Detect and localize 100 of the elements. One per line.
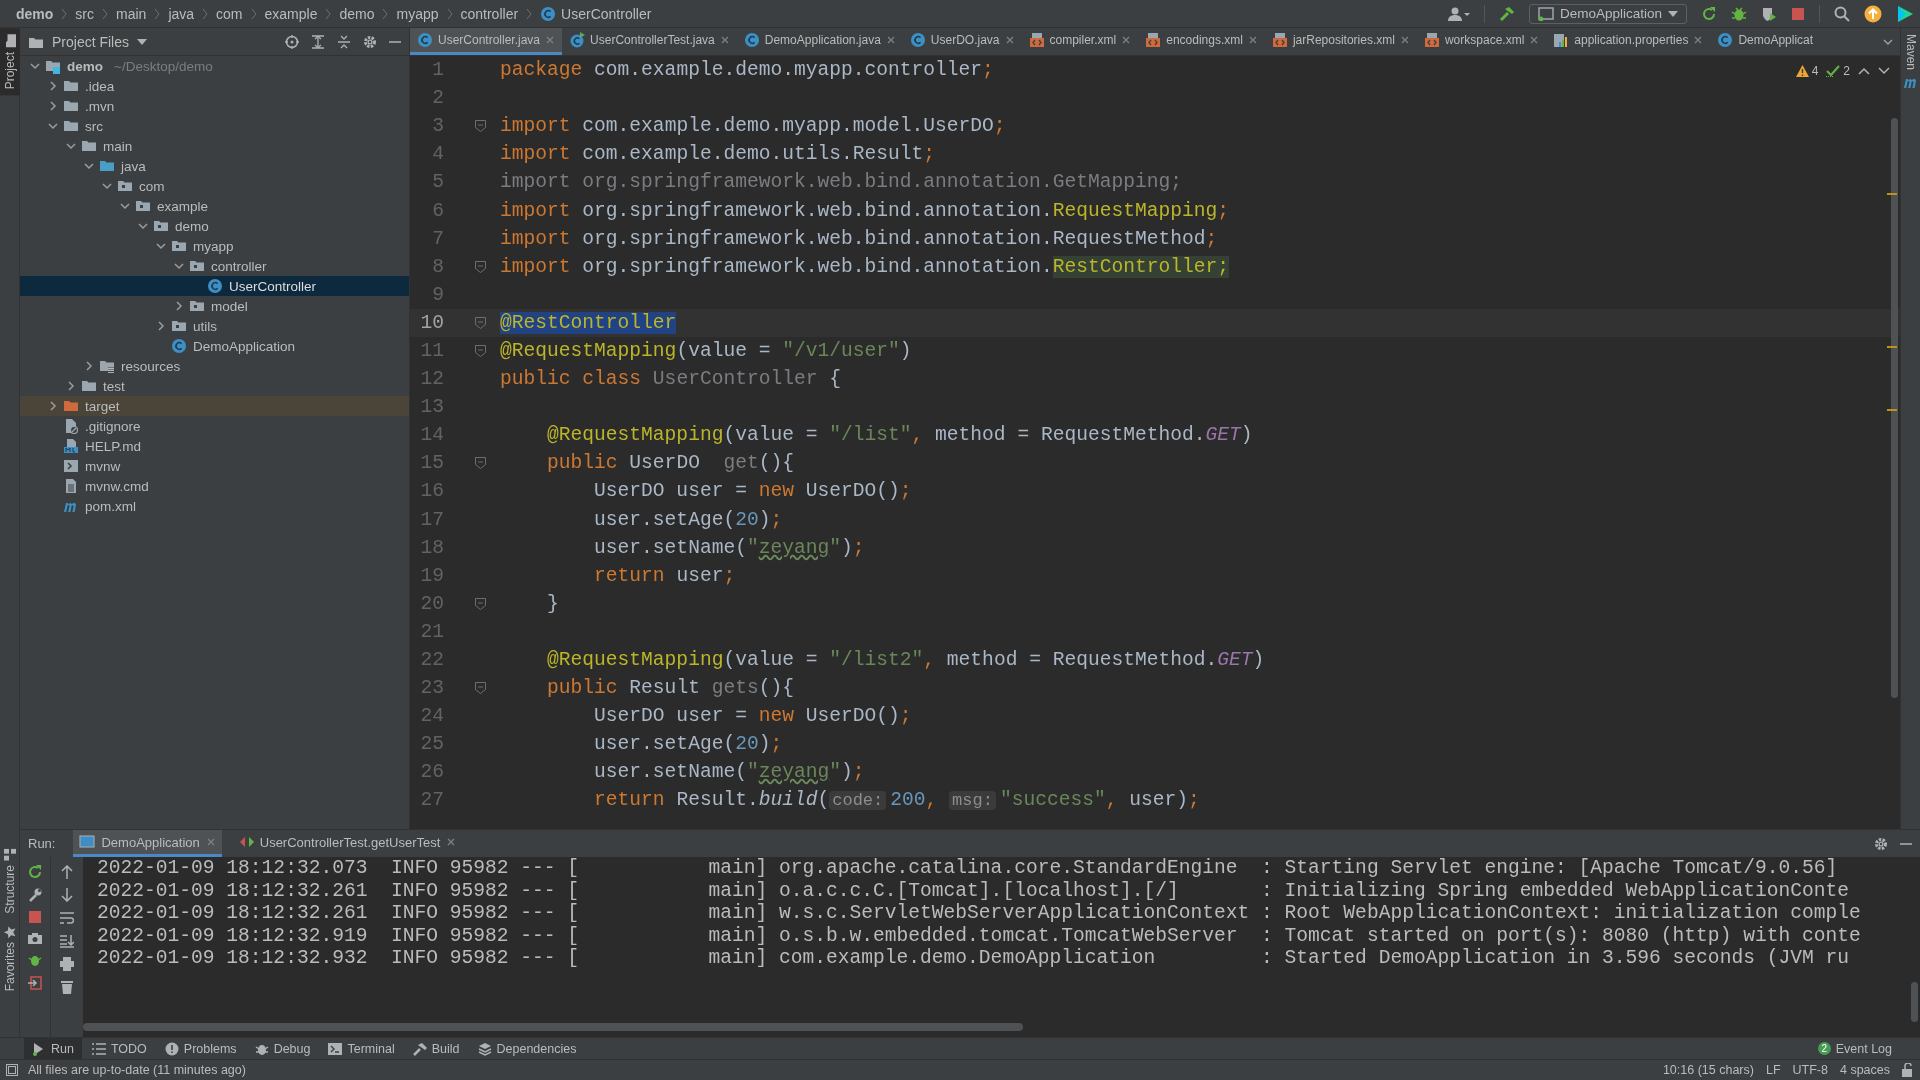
- soft-wrap-icon[interactable]: [60, 911, 74, 925]
- tree-item[interactable]: utils: [20, 316, 409, 336]
- tree-item[interactable]: mvnw.cmd: [20, 476, 409, 496]
- editor-tab[interactable]: DemoApplicat: [1710, 28, 1821, 55]
- close-icon[interactable]: [1004, 35, 1015, 45]
- chevron-right-icon[interactable]: [83, 359, 95, 373]
- up-icon[interactable]: [61, 865, 73, 879]
- editor-tab[interactable]: encodings.xml: [1138, 28, 1265, 55]
- breadcrumb-item[interactable]: demo: [14, 5, 56, 22]
- weak-warnings-counter[interactable]: 2: [1826, 64, 1850, 78]
- tool-window-button[interactable]: Debug: [246, 1038, 319, 1059]
- editor-tab[interactable]: UserDO.java: [902, 28, 1022, 55]
- close-icon[interactable]: [1529, 35, 1540, 45]
- tree-item[interactable]: test: [20, 376, 409, 396]
- tool-window-tab[interactable]: Project: [0, 28, 20, 96]
- next-icon[interactable]: [1878, 67, 1890, 75]
- chevron-right-icon[interactable]: [47, 399, 59, 413]
- camera-icon[interactable]: [28, 932, 42, 944]
- fold-icon[interactable]: [475, 682, 486, 695]
- close-icon[interactable]: [1399, 35, 1410, 45]
- run-tab[interactable]: UserControllerTest.getUserTest: [233, 830, 463, 857]
- scrollbar-thumb[interactable]: [1891, 118, 1898, 698]
- run-tab[interactable]: DemoApplication: [73, 830, 222, 857]
- breadcrumb-item[interactable]: java: [166, 5, 197, 22]
- tree-item[interactable]: src: [20, 116, 409, 136]
- trash-icon[interactable]: [61, 980, 73, 994]
- editor-tab[interactable]: workspace.xml: [1416, 28, 1547, 55]
- close-icon[interactable]: [446, 837, 457, 847]
- debug-icon[interactable]: [28, 953, 42, 967]
- fold-icon[interactable]: [475, 457, 486, 470]
- chevron-right-icon[interactable]: [155, 319, 167, 333]
- tool-window-button[interactable]: Run: [24, 1038, 82, 1059]
- run-configuration-dropdown[interactable]: DemoApplication: [1528, 3, 1687, 24]
- tool-window-button[interactable]: TODO: [83, 1038, 155, 1059]
- editor-tab[interactable]: jarRepositories.xml: [1264, 28, 1417, 55]
- close-icon[interactable]: [1247, 35, 1258, 45]
- chevron-right-icon[interactable]: [173, 299, 185, 313]
- update-icon[interactable]: [1864, 4, 1882, 23]
- editor-tab[interactable]: UserControllerTest.java: [562, 28, 737, 55]
- fold-icon[interactable]: [475, 316, 486, 329]
- tree-item[interactable]: myapp: [20, 236, 409, 256]
- tool-window-tab[interactable]: Structure: [0, 842, 20, 920]
- tool-window-button[interactable]: Dependencies: [469, 1038, 585, 1059]
- user-icon[interactable]: [1447, 5, 1470, 22]
- editor-tab[interactable]: UserController.java: [410, 28, 563, 55]
- tree-item[interactable]: example: [20, 196, 409, 216]
- collapse-all-icon[interactable]: [337, 34, 351, 49]
- tree-item[interactable]: com: [20, 176, 409, 196]
- tree-item[interactable]: model: [20, 296, 409, 316]
- close-icon[interactable]: [1693, 35, 1704, 45]
- tool-window-button[interactable]: Problems: [156, 1038, 245, 1059]
- settings-icon[interactable]: [363, 34, 377, 49]
- tree-item[interactable]: .mvn: [20, 96, 409, 116]
- scroll-to-end-icon[interactable]: [60, 934, 74, 948]
- stop-icon[interactable]: [1791, 6, 1805, 21]
- tree-item[interactable]: .idea: [20, 76, 409, 96]
- expand-all-icon[interactable]: [311, 34, 325, 49]
- rerun-icon[interactable]: [28, 865, 42, 879]
- editor-tab[interactable]: application.properties: [1546, 28, 1711, 55]
- tree-item[interactable]: java: [20, 156, 409, 176]
- scrollbar-thumb[interactable]: [1911, 982, 1918, 1022]
- tree-item[interactable]: UserController: [20, 276, 409, 296]
- coverage-icon[interactable]: [1761, 5, 1777, 22]
- print-icon[interactable]: [60, 957, 74, 971]
- fold-icon[interactable]: [475, 345, 486, 357]
- event-log-button[interactable]: 2 Event Log: [1809, 1038, 1920, 1059]
- tree-item[interactable]: controller: [20, 256, 409, 276]
- fold-icon[interactable]: [475, 260, 486, 273]
- fold-icon[interactable]: [475, 120, 486, 133]
- breadcrumb-item[interactable]: com: [214, 5, 245, 22]
- chevron-right-icon[interactable]: [47, 79, 59, 93]
- breadcrumb-item[interactable]: myapp: [394, 5, 441, 22]
- panel-toggle-icon[interactable]: [6, 1064, 18, 1076]
- tool-window-tab[interactable]: Maven: [1901, 28, 1920, 97]
- breadcrumb-item[interactable]: demo: [337, 5, 377, 22]
- breadcrumb-item[interactable]: controller: [458, 5, 521, 22]
- exit-icon[interactable]: [28, 976, 42, 990]
- wrench-icon[interactable]: [28, 888, 42, 902]
- chevron-right-icon[interactable]: [47, 99, 59, 113]
- down-icon[interactable]: [61, 888, 73, 902]
- tree-item[interactable]: .gitignore: [20, 416, 409, 436]
- tree-item[interactable]: DemoApplication: [20, 336, 409, 356]
- previous-icon[interactable]: [1858, 67, 1870, 75]
- close-icon[interactable]: [545, 35, 556, 45]
- file-encoding[interactable]: UTF-8: [1792, 1063, 1828, 1077]
- tool-window-tab[interactable]: Favorites: [0, 919, 20, 997]
- warnings-counter[interactable]: 4: [1795, 64, 1819, 78]
- settings-icon[interactable]: [1874, 836, 1888, 851]
- tree-item[interactable]: main: [20, 136, 409, 156]
- editor-tab[interactable]: DemoApplication.java: [736, 28, 903, 55]
- tree-item[interactable]: demo: [20, 216, 409, 236]
- breadcrumb-item[interactable]: main: [114, 5, 149, 22]
- close-icon[interactable]: [885, 35, 896, 45]
- scrollbar-thumb[interactable]: [83, 1023, 1023, 1031]
- breadcrumb-item[interactable]: UserController: [538, 5, 654, 22]
- tree-item[interactable]: pom.xml: [20, 496, 409, 516]
- hammer-icon[interactable]: [1498, 5, 1515, 22]
- rerun-icon[interactable]: [1701, 5, 1717, 22]
- tree-item[interactable]: HELP.md: [20, 436, 409, 456]
- tool-window-button[interactable]: Build: [404, 1038, 468, 1059]
